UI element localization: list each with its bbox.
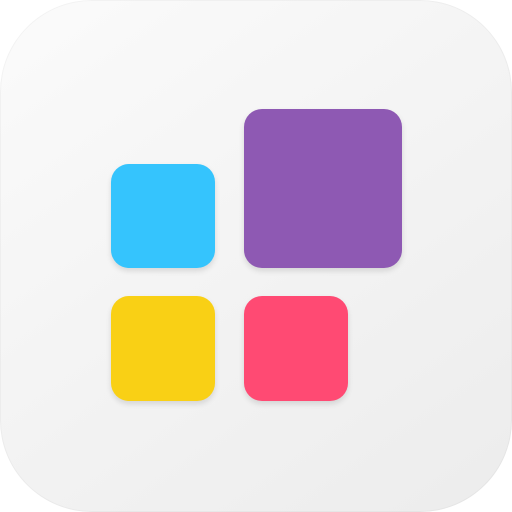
- blue-tile-icon: [111, 164, 215, 268]
- purple-tile-icon: [244, 109, 402, 268]
- app-icon[interactable]: [0, 0, 512, 512]
- icon-canvas: [0, 0, 512, 512]
- yellow-tile-icon: [111, 296, 215, 401]
- pink-tile-icon: [244, 296, 348, 401]
